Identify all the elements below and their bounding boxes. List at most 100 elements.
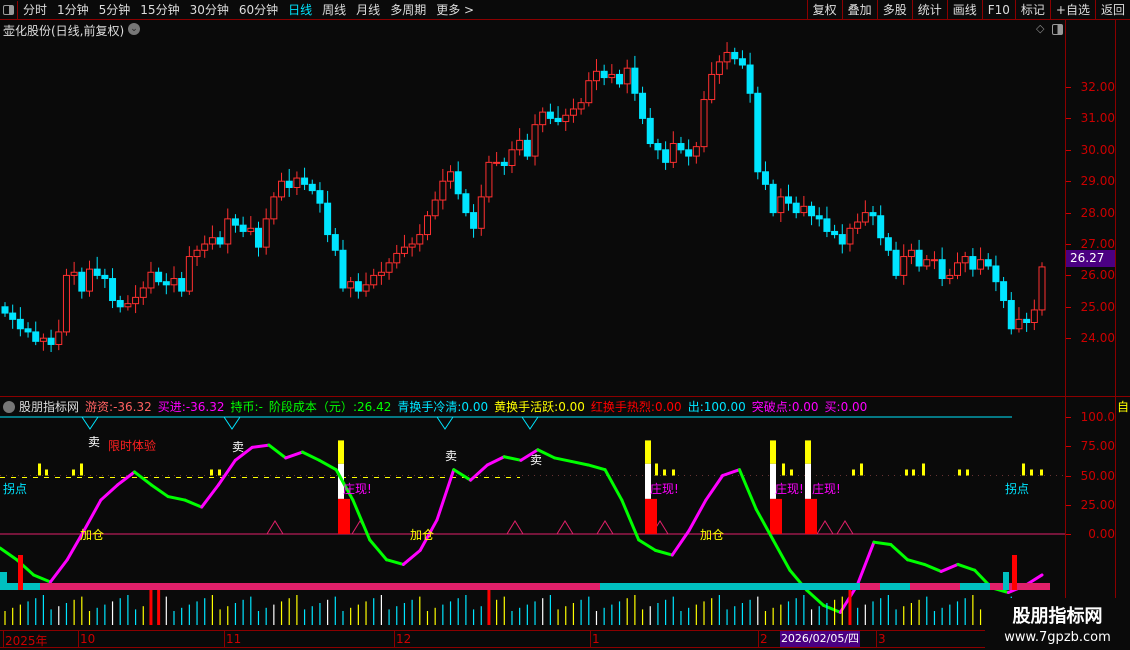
period-tab[interactable]: 分时	[18, 1, 52, 18]
toolbar-button[interactable]: 统计	[911, 0, 947, 20]
candle	[47, 329, 55, 353]
candle-body	[1038, 266, 1046, 311]
candlestick-chart[interactable]	[0, 38, 1065, 396]
candle	[516, 128, 524, 156]
white-bar	[805, 463, 811, 499]
candle-body	[677, 143, 685, 151]
watermark-title: 股朋指标网	[1012, 606, 1103, 627]
candle	[600, 64, 608, 86]
turnover-bar	[905, 469, 908, 476]
candle	[370, 268, 378, 289]
candle-body	[754, 92, 762, 173]
candle	[170, 266, 178, 293]
chevron-down-icon[interactable]	[3, 400, 15, 413]
indicator-line-segment	[704, 474, 725, 502]
candle-body	[109, 278, 117, 302]
candle	[270, 192, 278, 225]
period-tab[interactable]: 5分钟	[94, 1, 136, 18]
toolbar-button[interactable]: 叠加	[841, 0, 877, 20]
candle-body	[838, 234, 846, 245]
candle-body	[869, 212, 877, 217]
toolbar-button[interactable]: 画线	[946, 0, 982, 20]
candle	[961, 251, 969, 273]
candle	[654, 138, 662, 160]
toolbar-button[interactable]: 复权	[806, 0, 842, 20]
period-tab[interactable]: 15分钟	[135, 1, 184, 18]
panel-icon[interactable]	[1052, 24, 1063, 35]
x-axis-tick	[758, 630, 759, 647]
candle	[508, 141, 516, 174]
period-tab[interactable]: 日线	[283, 1, 317, 18]
indicator-line-segment	[939, 562, 960, 573]
toolbar-button[interactable]: +自选	[1049, 0, 1095, 20]
candle-body	[70, 271, 78, 276]
indicator-y-tick-mark	[1066, 534, 1071, 535]
candle-body	[39, 337, 47, 342]
candle	[408, 237, 416, 257]
band-bar	[0, 572, 7, 590]
period-tab[interactable]: 60分钟	[234, 1, 283, 18]
indicator-y-tick-mark	[1066, 446, 1071, 448]
indicator-line-segment	[906, 558, 926, 566]
trend-band-segment	[70, 583, 420, 590]
indicator-line-segment	[149, 483, 170, 499]
indicator-line-segment	[603, 468, 624, 502]
candle-body	[746, 64, 754, 94]
period-tab[interactable]: 周线	[317, 1, 351, 18]
candle-body	[823, 218, 831, 232]
candle-body	[731, 51, 739, 60]
candle	[1000, 276, 1008, 309]
candle	[569, 98, 577, 123]
panel-toggle-button[interactable]	[0, 0, 18, 19]
annotation-add: 加仓	[700, 528, 725, 542]
chevron-down-icon[interactable]: ⌄	[128, 23, 140, 35]
candle	[984, 253, 992, 270]
period-tab[interactable]: 多周期	[385, 1, 431, 18]
toolbar-button[interactable]: 多股	[876, 0, 912, 20]
candle-body	[285, 180, 293, 188]
indicator-line-segment	[216, 458, 237, 487]
candle-body	[769, 183, 777, 214]
indicator-line-segment	[855, 540, 876, 587]
candle-body	[723, 51, 731, 63]
indicator-line-segment	[822, 603, 842, 614]
period-toolbar: 分时 1分钟 5分钟 15分钟 30分钟 60分钟 日线 周线 月线 多周期 更多 > 复权 叠加 多股…	[0, 0, 1130, 20]
candle	[531, 114, 539, 166]
candle-body	[354, 281, 362, 292]
candle-body	[155, 271, 163, 283]
y-tick-label: 26.00	[1080, 268, 1115, 283]
toolbar-button[interactable]: 返回	[1094, 0, 1130, 20]
candle-body	[1030, 309, 1038, 324]
x-axis-tick	[394, 630, 395, 647]
candle	[447, 165, 455, 189]
panel-icon	[3, 4, 14, 15]
toolbar-button[interactable]: 标记	[1014, 0, 1050, 20]
period-tab[interactable]: 30分钟	[185, 1, 234, 18]
candle	[792, 196, 800, 219]
candle	[316, 182, 324, 213]
x-axis-label: 3	[878, 632, 886, 646]
period-tab[interactable]: 更多 >	[431, 1, 479, 18]
toolbar-button[interactable]: F10	[981, 0, 1015, 20]
y-axis-divider	[1065, 20, 1066, 630]
indicator-y-tick-label: 0.00	[1088, 527, 1115, 541]
candle-body	[861, 212, 869, 223]
period-tab[interactable]: 1分钟	[52, 1, 94, 18]
annotation-add: 加仓	[410, 528, 435, 542]
y-tick-mark	[1066, 181, 1071, 183]
indicator-line-segment	[116, 470, 136, 487]
period-tab[interactable]: 月线	[351, 1, 385, 18]
candle-body	[1, 306, 9, 314]
side-tab-label[interactable]: 自	[1117, 398, 1129, 415]
candle-body	[9, 312, 17, 320]
turnover-bar	[38, 463, 41, 476]
candle-body	[47, 337, 55, 345]
indicator-line-segment	[368, 538, 389, 562]
indicator-y-tick-label: 100.0	[1080, 410, 1115, 424]
triangle-marker	[266, 520, 284, 535]
side-panel[interactable]	[1116, 20, 1130, 630]
diamond-icon[interactable]: ◇	[1036, 22, 1044, 35]
indicator-chart[interactable]	[0, 412, 1065, 630]
candle	[1030, 299, 1038, 331]
annotation-sell: 卖	[530, 453, 543, 467]
